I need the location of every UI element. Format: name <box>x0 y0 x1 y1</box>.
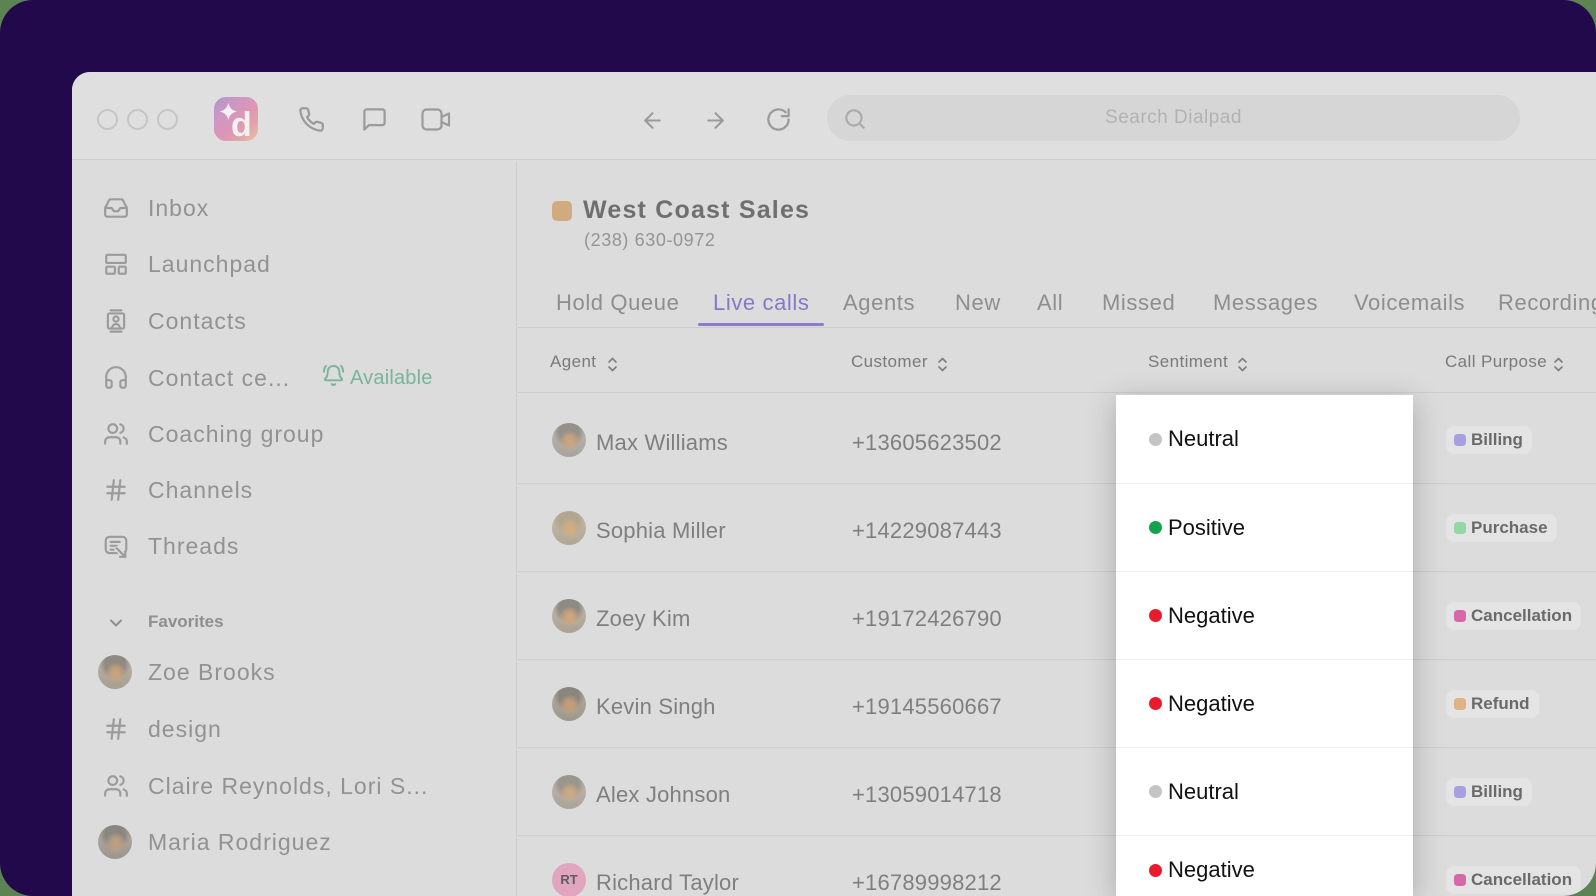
svg-text:d: d <box>231 106 252 141</box>
